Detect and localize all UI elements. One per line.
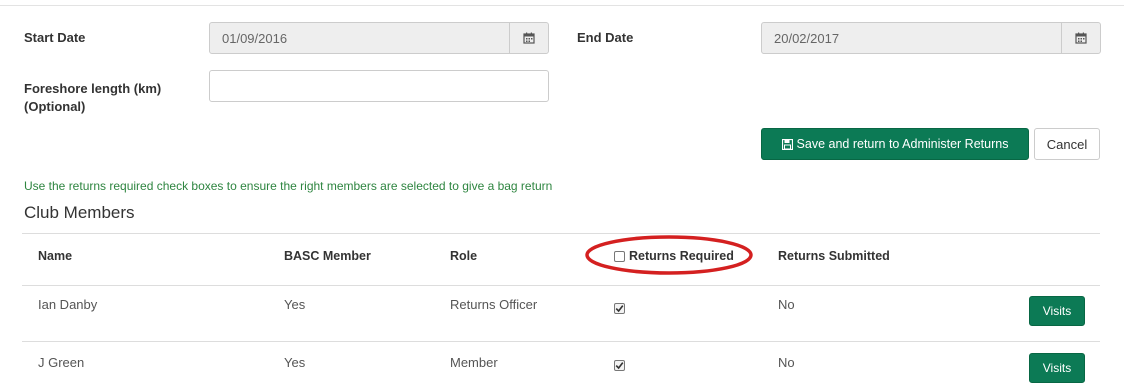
header-role: Role xyxy=(450,249,478,263)
row-role: Returns Officer xyxy=(450,297,538,312)
end-date-field[interactable]: 20/02/2017 xyxy=(761,22,1101,54)
calendar-icon xyxy=(523,32,535,44)
save-and-return-button[interactable]: Save and return to Administer Returns xyxy=(761,128,1029,160)
header-returns-submitted: Returns Submitted xyxy=(778,249,890,263)
table-top-divider xyxy=(22,233,1100,234)
visits-button-label: Visits xyxy=(1042,304,1072,318)
row-role: Member xyxy=(450,355,498,370)
row-divider xyxy=(22,341,1100,342)
header-name: Name xyxy=(38,249,73,263)
end-date-label: End Date xyxy=(577,30,634,45)
start-date-calendar-button[interactable] xyxy=(509,23,548,53)
end-date-calendar-button[interactable] xyxy=(1061,23,1100,53)
row-returns-submitted: No xyxy=(778,297,795,312)
foreshore-label-line2: (Optional) xyxy=(24,99,86,114)
returns-hint-text: Use the returns required check boxes to … xyxy=(24,179,553,193)
returns-required-checkbox[interactable] xyxy=(614,303,625,314)
header-basc-member: BASC Member xyxy=(284,249,371,263)
visits-button-label: Visits xyxy=(1042,361,1072,375)
row-name: Ian Danby xyxy=(38,297,98,312)
row-name: J Green xyxy=(38,355,85,370)
club-members-heading: Club Members xyxy=(24,203,135,222)
visits-button[interactable]: Visits xyxy=(1029,296,1085,326)
save-button-label: Save and return to Administer Returns xyxy=(796,137,1009,151)
row-basc-member: Yes xyxy=(284,355,306,370)
foreshore-length-label: Foreshore length (km) (Optional) xyxy=(24,80,161,116)
checkmark-icon xyxy=(615,305,624,313)
cancel-button[interactable]: Cancel xyxy=(1034,128,1100,160)
start-date-value: 01/09/2016 xyxy=(222,31,288,46)
top-border xyxy=(0,5,1124,6)
checkmark-icon xyxy=(615,362,624,370)
start-date-field[interactable]: 01/09/2016 xyxy=(209,22,549,54)
end-date-value: 20/02/2017 xyxy=(774,31,840,46)
calendar-icon xyxy=(1075,32,1087,44)
row-returns-submitted: No xyxy=(778,355,795,370)
start-date-label: Start Date xyxy=(24,30,86,45)
foreshore-label-line1: Foreshore length (km) xyxy=(24,81,162,96)
annotation-circle xyxy=(585,235,753,275)
save-icon xyxy=(781,138,793,150)
header-divider xyxy=(22,285,1100,286)
row-basc-member: Yes xyxy=(284,297,306,312)
foreshore-length-input[interactable] xyxy=(209,70,549,102)
visits-button[interactable]: Visits xyxy=(1029,353,1085,383)
returns-required-checkbox[interactable] xyxy=(614,360,625,371)
cancel-button-label: Cancel xyxy=(1046,136,1088,152)
